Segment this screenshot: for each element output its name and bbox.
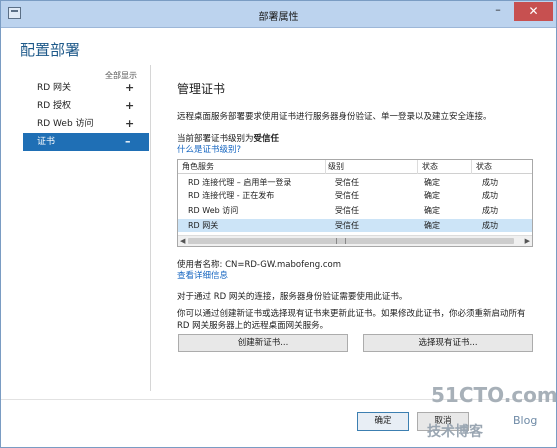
ok-button[interactable]: 确定 bbox=[357, 412, 409, 431]
cell-status: 成功 bbox=[482, 221, 498, 230]
gateway-cert-note: 对于通过 RD 网关的连接，服务器身份验证需要使用此证书。 bbox=[177, 292, 408, 302]
cert-level-value: 受信任 bbox=[253, 134, 280, 144]
select-existing-certificate-button[interactable]: 选择现有证书... bbox=[363, 334, 533, 352]
cell-role: RD 连接代理 – 启用单一登录 bbox=[188, 178, 292, 187]
horizontal-scrollbar[interactable]: ◀ ▶ bbox=[178, 235, 532, 246]
sidebar-item-rd-gateway[interactable]: RD 网关 + bbox=[23, 79, 149, 97]
watermark-blog: Blog bbox=[513, 414, 538, 427]
column-header-role-service[interactable]: 角色服务 bbox=[182, 160, 326, 174]
dialog-title: 配置部署 bbox=[20, 41, 81, 59]
cell-level: 受信任 bbox=[335, 178, 359, 187]
table-row[interactable]: RD 连接代理 - 正在发布 受信任 确定 成功 bbox=[178, 189, 532, 202]
cell-state: 确定 bbox=[424, 178, 440, 187]
sidebar-item-label: RD 网关 bbox=[37, 83, 72, 93]
pane-description: 远程桌面服务部署要求使用证书进行服务器身份验证、单一登录以及建立安全连接。 bbox=[177, 112, 492, 122]
table-header-row: 角色服务 级别 状态 状态 bbox=[178, 160, 532, 174]
cell-role: RD Web 访问 bbox=[188, 206, 239, 215]
scroll-left-arrow-icon[interactable]: ◀ bbox=[180, 237, 185, 245]
title-bar: 部署属性 – ✕ bbox=[1, 1, 556, 28]
sidebar-item-certificates[interactable]: 证书 – bbox=[23, 133, 149, 151]
cell-role: RD 连接代理 - 正在发布 bbox=[188, 191, 275, 200]
cell-status: 成功 bbox=[482, 206, 498, 215]
cancel-button[interactable]: 取消 bbox=[417, 412, 469, 431]
sidebar-nav: RD 网关 + RD 授权 + RD Web 访问 + 证书 – bbox=[23, 79, 149, 151]
sidebar-item-label: 证书 bbox=[37, 137, 56, 147]
table-row[interactable]: RD Web 访问 受信任 确定 成功 bbox=[178, 204, 532, 217]
cell-state: 确定 bbox=[424, 206, 440, 215]
collapse-minus-icon: – bbox=[125, 135, 131, 148]
table-row-selected[interactable]: RD 网关 受信任 确定 成功 bbox=[178, 219, 532, 232]
expand-plus-icon: + bbox=[125, 99, 135, 112]
cell-level: 受信任 bbox=[335, 206, 359, 215]
sidebar-item-label: RD 授权 bbox=[37, 101, 72, 111]
table-row[interactable]: RD 连接代理 – 启用单一登录 受信任 确定 成功 bbox=[178, 176, 532, 189]
column-header-state[interactable]: 状态 bbox=[422, 160, 472, 174]
cell-role: RD 网关 bbox=[188, 221, 219, 230]
cert-level-help-link[interactable]: 什么是证书级别? bbox=[177, 143, 241, 155]
scrollbar-grip-icon bbox=[336, 238, 346, 244]
expand-plus-icon: + bbox=[125, 117, 135, 130]
scroll-right-arrow-icon[interactable]: ▶ bbox=[525, 237, 530, 245]
cell-state: 确定 bbox=[424, 191, 440, 200]
sidebar-item-label: RD Web 访问 bbox=[37, 119, 94, 129]
view-details-link[interactable]: 查看详细信息 bbox=[177, 269, 228, 281]
nav-divider bbox=[150, 65, 151, 391]
cell-status: 成功 bbox=[482, 178, 498, 187]
sidebar-item-rd-licensing[interactable]: RD 授权 + bbox=[23, 97, 149, 115]
pane-title: 管理证书 bbox=[177, 82, 226, 96]
minimize-button[interactable]: – bbox=[485, 3, 511, 21]
update-cert-note: 你可以通过创建新证书或选择现有证书来更新此证书。如果修改此证书，你必须重新启动所… bbox=[177, 309, 526, 331]
column-header-status[interactable]: 状态 bbox=[476, 160, 532, 174]
cell-level: 受信任 bbox=[335, 191, 359, 200]
footer-divider bbox=[1, 399, 556, 400]
watermark-site: 51CTO.com bbox=[431, 383, 557, 407]
cell-state: 确定 bbox=[424, 221, 440, 230]
cell-status: 成功 bbox=[482, 191, 498, 200]
create-new-certificate-button[interactable]: 创建新证书... bbox=[178, 334, 348, 352]
deployment-properties-window: 部署属性 – ✕ 配置部署 全部显示 RD 网关 + RD 授权 + RD We… bbox=[0, 0, 557, 448]
expand-plus-icon: + bbox=[125, 81, 135, 94]
window-title: 部署属性 bbox=[258, 12, 299, 23]
column-header-level[interactable]: 级别 bbox=[328, 160, 418, 174]
close-button[interactable]: ✕ bbox=[514, 2, 553, 21]
sidebar-item-rd-web-access[interactable]: RD Web 访问 + bbox=[23, 115, 149, 133]
cell-level: 受信任 bbox=[335, 221, 359, 230]
scrollbar-thumb[interactable] bbox=[188, 238, 514, 244]
certificate-table: 角色服务 级别 状态 状态 RD 连接代理 – 启用单一登录 受信任 确定 成功… bbox=[177, 159, 533, 247]
